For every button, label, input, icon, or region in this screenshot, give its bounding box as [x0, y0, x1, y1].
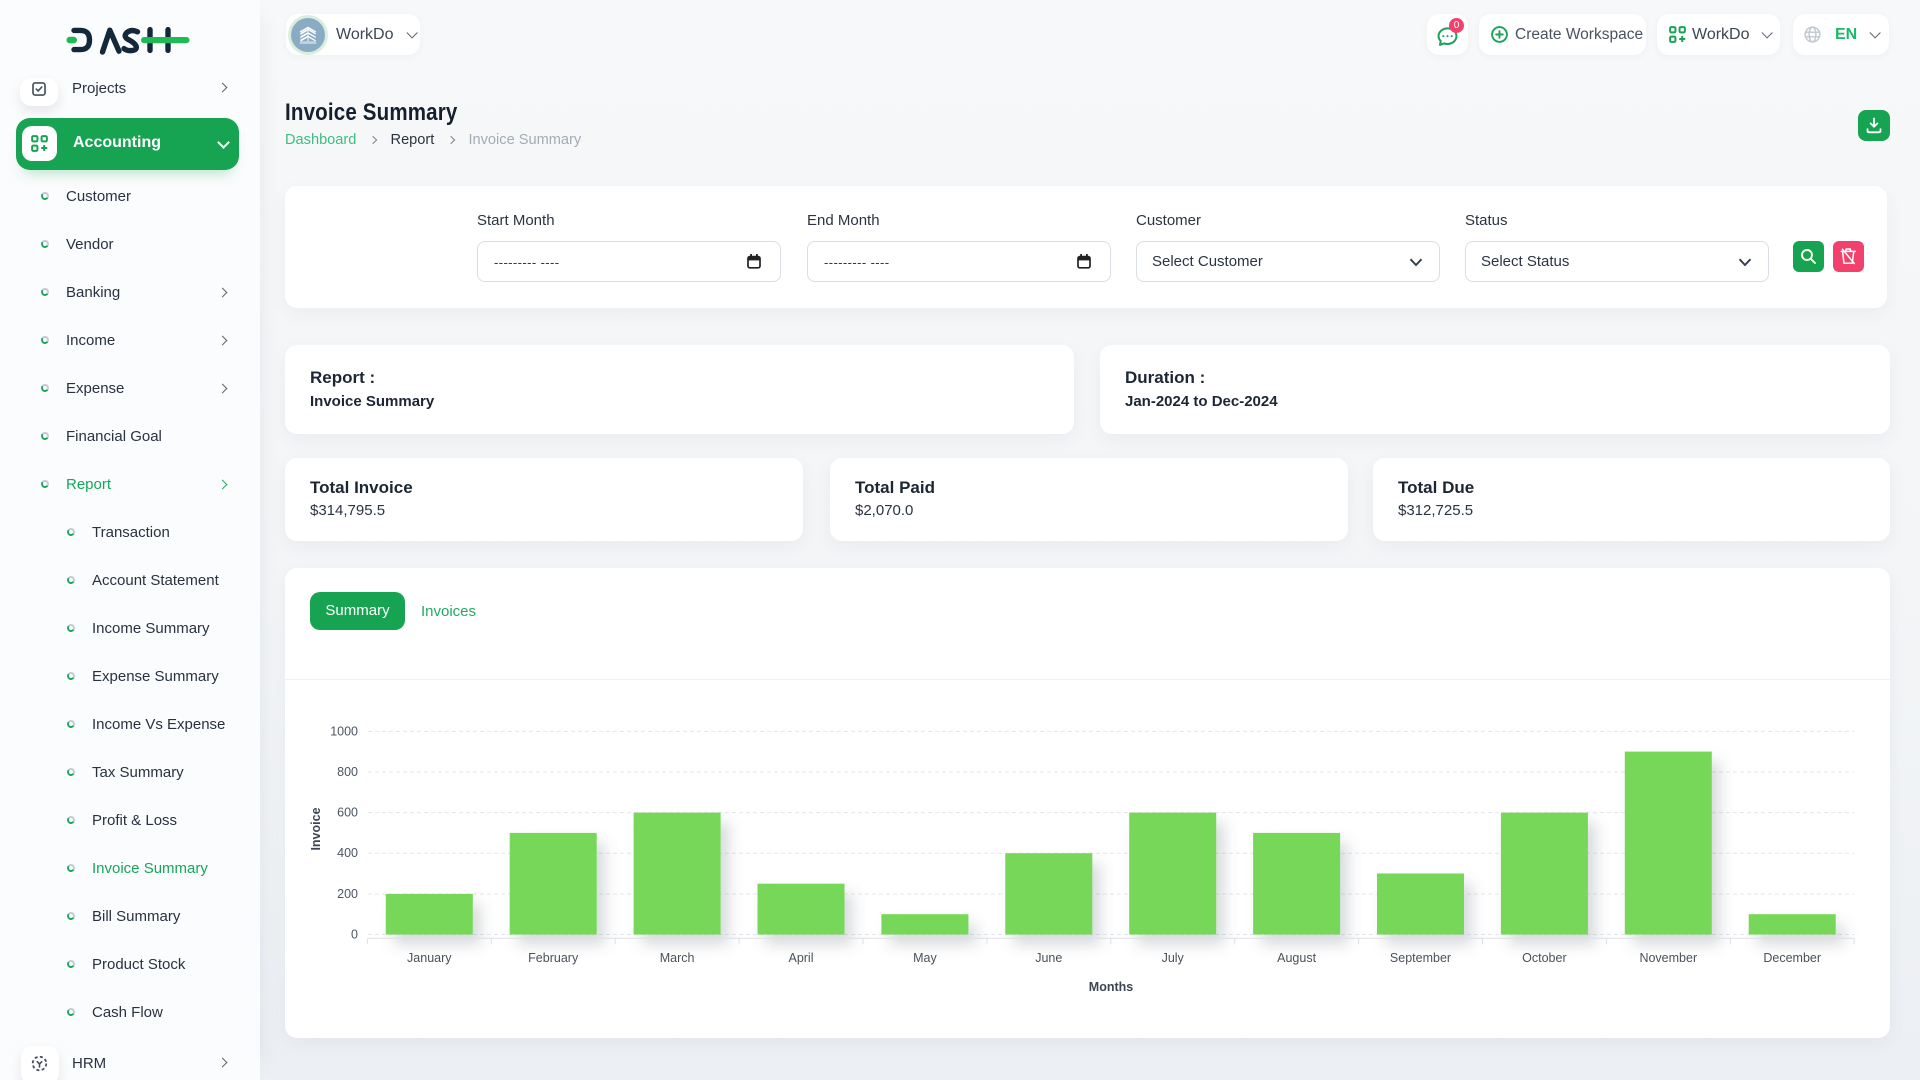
svg-text:November: November [1639, 951, 1697, 965]
svg-text:Months: Months [1089, 980, 1133, 994]
svg-text:May: May [913, 951, 937, 965]
svg-text:200: 200 [337, 887, 358, 901]
svg-text:Invoice: Invoice [309, 807, 323, 850]
svg-text:April: April [788, 951, 813, 965]
svg-text:1000: 1000 [330, 725, 358, 739]
svg-text:March: March [660, 951, 695, 965]
svg-text:800: 800 [337, 765, 358, 779]
svg-text:October: October [1522, 951, 1566, 965]
svg-text:December: December [1763, 951, 1821, 965]
svg-text:September: September [1390, 951, 1451, 965]
svg-text:January: January [407, 951, 452, 965]
svg-text:600: 600 [337, 806, 358, 820]
svg-text:0: 0 [351, 928, 358, 942]
svg-text:July: July [1162, 951, 1185, 965]
svg-text:August: August [1277, 951, 1316, 965]
svg-text:February: February [528, 951, 579, 965]
svg-text:June: June [1035, 951, 1062, 965]
svg-text:400: 400 [337, 846, 358, 860]
